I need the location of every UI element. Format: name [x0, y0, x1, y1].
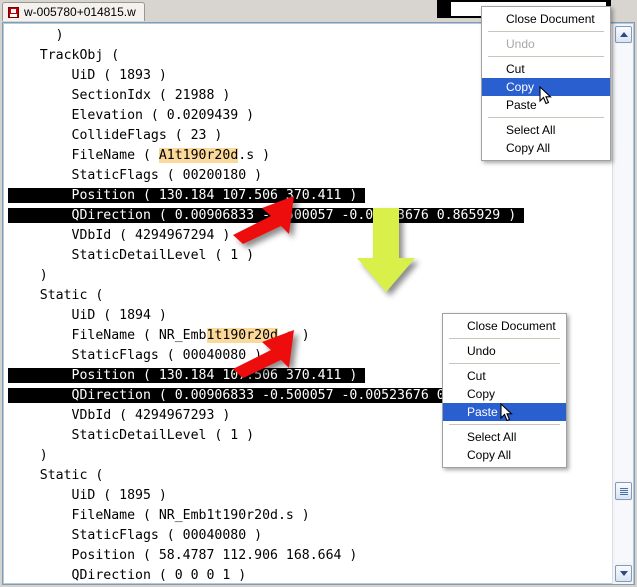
editor-line[interactable]: FileName ( NR_Emb1t190r20d.s ) — [8, 506, 608, 526]
document-tab-label: w-005780+014815.w — [24, 5, 136, 19]
menu-lower-item-cut[interactable]: Cut — [443, 367, 566, 385]
menu-upper-separator — [488, 31, 604, 32]
menu-lower-separator — [449, 424, 560, 425]
editor-line[interactable]: Static ( — [8, 286, 608, 306]
scrollbar-grip-icon — [619, 487, 628, 495]
chevron-up-icon — [619, 32, 628, 37]
editor-line[interactable]: Position ( 58.4787 112.906 168.664 ) — [8, 546, 608, 566]
editor-line[interactable]: Position ( 130.184 107.506 370.411 ) — [8, 186, 608, 206]
editor-line[interactable]: UiD ( 1895 ) — [8, 486, 608, 506]
editor-line[interactable]: StaticFlags ( 00040080 ) — [8, 526, 608, 546]
menu-lower-separator — [449, 363, 560, 364]
menu-upper-item-paste[interactable]: Paste — [482, 96, 610, 114]
editor-line[interactable]: QDirection ( 0 0 0 1 ) — [8, 566, 608, 584]
selected-text: Position ( 130.184 107.506 370.411 ) — [8, 368, 366, 383]
search-highlight: 1t190r20d — [206, 328, 278, 343]
scrollbar-track-lower[interactable] — [615, 501, 632, 562]
chevron-down-icon — [619, 571, 628, 576]
menu-upper-item-undo: Undo — [506, 37, 535, 51]
editor-line[interactable]: StaticFlags ( 00200180 ) — [8, 166, 608, 186]
document-tab[interactable]: w-005780+014815.w — [2, 2, 145, 21]
menu-lower-item-paste[interactable]: Paste — [443, 403, 566, 421]
context-menu-upper[interactable]: Close Document Undo Cut Copy Paste Select All… — [481, 6, 611, 161]
editor-line[interactable]: ) — [8, 266, 608, 286]
menu-lower-item-undo[interactable]: Undo — [443, 342, 566, 360]
selected-text: QDirection ( 0.00906833 -0.500057 -0.005… — [8, 208, 525, 223]
menu-lower-item-copy[interactable]: Copy — [443, 385, 566, 403]
editor-line[interactable]: QDirection ( 0.00906833 -0.500057 -0.005… — [8, 206, 608, 226]
scrollbar-track-upper[interactable] — [615, 44, 632, 480]
menu-lower-item-copy-all[interactable]: Copy All — [443, 446, 566, 464]
menu-upper-item-copy-all[interactable]: Copy All — [482, 139, 610, 157]
menu-upper-item-cut[interactable]: Cut — [482, 60, 610, 78]
editor-line[interactable]: VDbId ( 4294967294 ) — [8, 226, 608, 246]
menu-lower-item-close-document[interactable]: Close Document — [443, 317, 566, 335]
vertical-scrollbar[interactable] — [612, 24, 633, 584]
menu-upper-item-select-all[interactable]: Select All — [482, 121, 610, 139]
save-red-icon — [8, 6, 19, 18]
menu-lower-item-select-all[interactable]: Select All — [443, 428, 566, 446]
editor-line[interactable]: StaticDetailLevel ( 1 ) — [8, 246, 608, 266]
selected-text: Position ( 130.184 107.506 370.411 ) — [8, 188, 366, 203]
menu-upper-item-close-document[interactable]: Close Document — [482, 10, 610, 28]
menu-upper-item-copy[interactable]: Copy — [482, 78, 610, 96]
scrollbar-thumb[interactable] — [615, 482, 632, 500]
scrollbar-down-button[interactable] — [615, 565, 632, 582]
scrollbar-up-button[interactable] — [615, 26, 632, 43]
menu-upper-separator — [488, 117, 604, 118]
editor-line[interactable]: Static ( — [8, 466, 608, 486]
search-highlight: A1t190r20d — [158, 148, 239, 163]
menu-lower-separator — [449, 338, 560, 339]
menu-upper-separator — [488, 56, 604, 57]
context-menu-lower[interactable]: Close Document Undo Cut Copy Paste Select All… — [442, 313, 567, 468]
